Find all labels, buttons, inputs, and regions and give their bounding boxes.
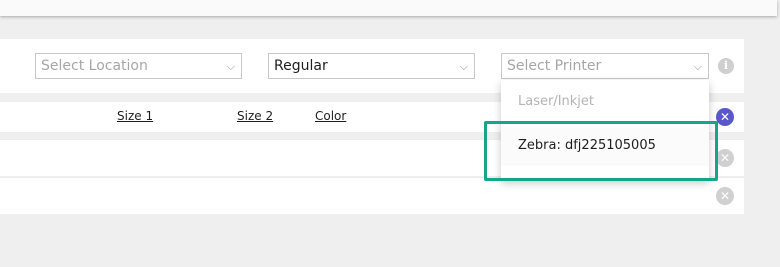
location-select[interactable]: Select Location ⌵ <box>35 53 242 79</box>
column-header-size-1[interactable]: Size 1 <box>117 109 153 123</box>
info-icon[interactable]: i <box>718 58 734 74</box>
printer-select-placeholder: Select Printer <box>507 58 602 74</box>
type-select-value: Regular <box>274 58 328 74</box>
printer-dropdown-menu: Laser/Inkjet Zebra: dfj225105005 <box>501 80 709 180</box>
top-bar <box>0 0 777 16</box>
chevron-down-icon: ⌵ <box>693 60 702 73</box>
table-row: ✕ <box>0 177 744 214</box>
remove-all-icon[interactable]: ✕ <box>716 108 734 126</box>
printer-option-zebra[interactable]: Zebra: dfj225105005 <box>501 126 709 166</box>
remove-row-icon[interactable]: ✕ <box>716 149 734 167</box>
column-header-color[interactable]: Color <box>315 109 346 123</box>
chevron-down-icon: ⌵ <box>226 60 235 73</box>
printer-select[interactable]: Select Printer ⌵ <box>501 53 709 79</box>
column-header-size-2[interactable]: Size 2 <box>237 109 273 123</box>
remove-row-icon[interactable]: ✕ <box>716 187 734 205</box>
location-select-placeholder: Select Location <box>41 58 148 74</box>
printer-option-laser-inkjet: Laser/Inkjet <box>518 94 595 109</box>
type-select[interactable]: Regular ⌵ <box>268 53 475 79</box>
chevron-down-icon: ⌵ <box>459 60 468 73</box>
